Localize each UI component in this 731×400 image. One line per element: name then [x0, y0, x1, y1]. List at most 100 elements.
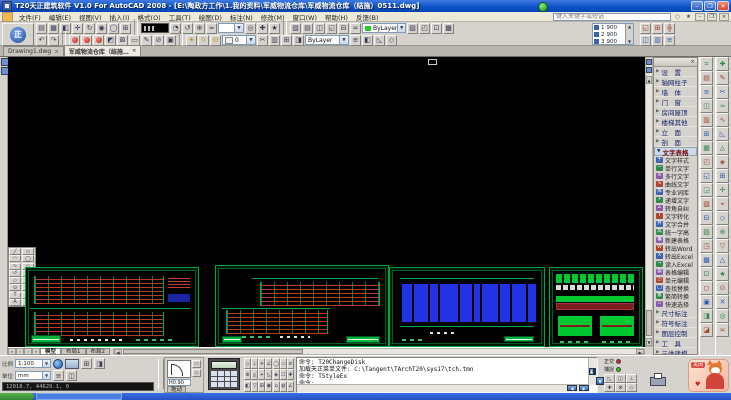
tool-icon[interactable]: ⊘	[153, 35, 164, 46]
tool-icon[interactable]: ▥	[652, 35, 663, 46]
menu-item[interactable]: 工具(T)	[165, 12, 195, 22]
tool-icon[interactable]: ▨	[407, 23, 418, 34]
monitor-icon[interactable]	[65, 359, 79, 369]
tool-icon[interactable]: ≍	[716, 323, 729, 337]
tool-icon[interactable]: ✛	[72, 23, 83, 34]
tool-icon[interactable]: ✎	[141, 35, 152, 46]
menu-item[interactable]: 编辑(E)	[45, 12, 75, 22]
taskbar-app-button[interactable]	[36, 393, 122, 400]
doc-restore-button[interactable]: ❐	[707, 13, 717, 21]
doc-close-button[interactable]: ×	[719, 13, 729, 21]
drag-tab[interactable]: 拖动	[167, 386, 186, 393]
floor-list[interactable]: 1 900 2 900 3 900	[592, 23, 634, 45]
snap-toggle-icon[interactable]: ⊞	[258, 381, 265, 392]
tool-icon[interactable]: ▩	[443, 23, 454, 34]
tool-icon[interactable]: ▦	[48, 23, 59, 34]
layer-bulb-icon[interactable]: ☼	[198, 35, 209, 46]
tab-layout1[interactable]: 布局1	[61, 348, 86, 355]
tool-icon[interactable]: ≡	[53, 370, 64, 381]
tool-icon[interactable]: ★	[269, 23, 280, 34]
notification-icon[interactable]	[538, 2, 548, 12]
dock-icon[interactable]	[646, 67, 652, 73]
start-button[interactable]	[0, 393, 34, 400]
snap-toggle-icon[interactable]: ☐	[280, 369, 287, 380]
screen-menu-group[interactable]: ▶ 墙 体	[654, 87, 697, 97]
draw-tool-icon[interactable]: A	[9, 299, 21, 306]
draw-tool-icon[interactable]: ▱	[9, 277, 21, 284]
tool-icon[interactable]: ▤	[700, 71, 713, 85]
tool-icon[interactable]: ◪	[700, 323, 713, 337]
tool-icon[interactable]: ▭	[192, 360, 201, 368]
drawing-canvas[interactable]: ╱▭◠◯∿◇↺◌▱◭⊙✎T≡A▦	[8, 57, 645, 347]
status-toggle[interactable]: 正交	[604, 357, 684, 365]
tool-icon[interactable]: ≡	[700, 85, 713, 99]
screen-menu-group[interactable]: ▶ 设 置	[654, 67, 697, 77]
tool-icon[interactable]: ◰	[419, 23, 430, 34]
layout-nav-arrow-icon[interactable]: »	[32, 348, 40, 355]
floor-list-scrollbar[interactable]: ▲ ▼	[625, 24, 633, 44]
tool-icon[interactable]: ✚	[257, 23, 268, 34]
tool-icon[interactable]: ◫	[640, 35, 651, 46]
tool-icon[interactable]: ◻	[700, 281, 713, 295]
snap-toggle-icon[interactable]: ⊕	[244, 369, 251, 380]
snap-toggle-icon[interactable]: ▭	[280, 358, 287, 369]
screen-menu-group[interactable]: ▶ 图层控制	[654, 328, 697, 338]
tool-icon[interactable]: ⊙	[716, 281, 729, 295]
tool-icon[interactable]: ◇	[386, 35, 397, 46]
tool-icon[interactable]: ★	[716, 267, 729, 281]
screen-menu-group[interactable]: ▶ 轴网柱子	[654, 77, 697, 87]
vertical-scrollbar[interactable]: ▲ ▼	[645, 57, 653, 347]
tool-icon[interactable]: ▧	[290, 23, 301, 34]
tool-icon[interactable]: ▣	[165, 35, 176, 46]
screen-menu-group[interactable]: ▶ 立 面	[654, 127, 697, 137]
tab-layout2[interactable]: 布局2	[86, 348, 111, 355]
command-window[interactable]: 命令: T20ChangeDisk 加载天正菜单文件: C:\Tangent\T…	[296, 357, 598, 393]
tool-icon[interactable]: ◧	[362, 35, 373, 46]
mini-toggle-icon[interactable]: ◇	[626, 383, 637, 392]
tool-icon[interactable]: ◯	[108, 23, 119, 34]
draw-tool-icon[interactable]: ◯	[22, 255, 34, 262]
tool-icon[interactable]: ⊟	[338, 23, 349, 34]
tool-icon[interactable]: ◱	[640, 23, 651, 34]
mini-toggle-icon[interactable]: ◺	[604, 374, 615, 383]
search-icon[interactable]: ○	[673, 13, 682, 21]
calculator-icon[interactable]	[208, 358, 240, 390]
dock-icon[interactable]	[646, 59, 652, 65]
floor-row[interactable]: 2 900	[593, 31, 625, 38]
draw-tool-icon[interactable]: ↺	[9, 270, 21, 277]
tool-icon[interactable]: ≡	[350, 35, 361, 46]
menu-item[interactable]: 反馈(B)	[352, 12, 383, 22]
status-toggle[interactable]: 捕捉	[604, 365, 684, 373]
snap-toggle-icon[interactable]: ▽	[251, 381, 258, 392]
tool-icon[interactable]: ✂	[257, 35, 268, 46]
tool-icon[interactable]: ▦	[700, 141, 713, 155]
snap-toggle-icon[interactable]: ✛	[258, 358, 265, 369]
doc-minimize-button[interactable]: –	[695, 13, 705, 21]
tool-icon[interactable]: ⊞	[652, 23, 663, 34]
tool-icon[interactable]: ⊞	[716, 169, 729, 183]
layout-nav-arrow-icon[interactable]: «	[8, 348, 16, 355]
menu-item[interactable]: 标注(N)	[226, 12, 257, 22]
tool-icon[interactable]: ⊞	[120, 23, 131, 34]
tool-icon[interactable]: ✎	[716, 71, 729, 85]
mini-toggle-icon[interactable]: ◫	[615, 374, 626, 383]
tool-icon[interactable]: ✂	[716, 85, 729, 99]
snap-toggle-icon[interactable]: ◧	[244, 381, 251, 392]
redo-icon[interactable]: ↷	[48, 35, 59, 46]
record-button[interactable]	[93, 35, 104, 46]
menu-item[interactable]: 视图(V)	[75, 12, 106, 22]
tool-icon[interactable]: ◇	[716, 211, 729, 225]
mini-toggle-icon[interactable]: ⊗	[615, 383, 626, 392]
tool-icon[interactable]: ▥	[269, 35, 280, 46]
floor-row[interactable]: 3 900	[593, 38, 625, 45]
tool-icon[interactable]: ⌖	[716, 197, 729, 211]
tool-icon[interactable]: ✚	[716, 57, 729, 71]
layout-nav-arrow-icon[interactable]: ‹	[16, 348, 24, 355]
tool-icon[interactable]: ▨	[700, 225, 713, 239]
tool-icon[interactable]: ▥	[700, 113, 713, 127]
menu-item[interactable]: 插入(I)	[106, 12, 134, 22]
tool-icon[interactable]: ∿	[716, 113, 729, 127]
palette-close-icon[interactable]: ×	[690, 59, 695, 66]
door-icon[interactable]	[167, 360, 191, 378]
layer-combo[interactable]: 0 ▼	[222, 35, 256, 45]
